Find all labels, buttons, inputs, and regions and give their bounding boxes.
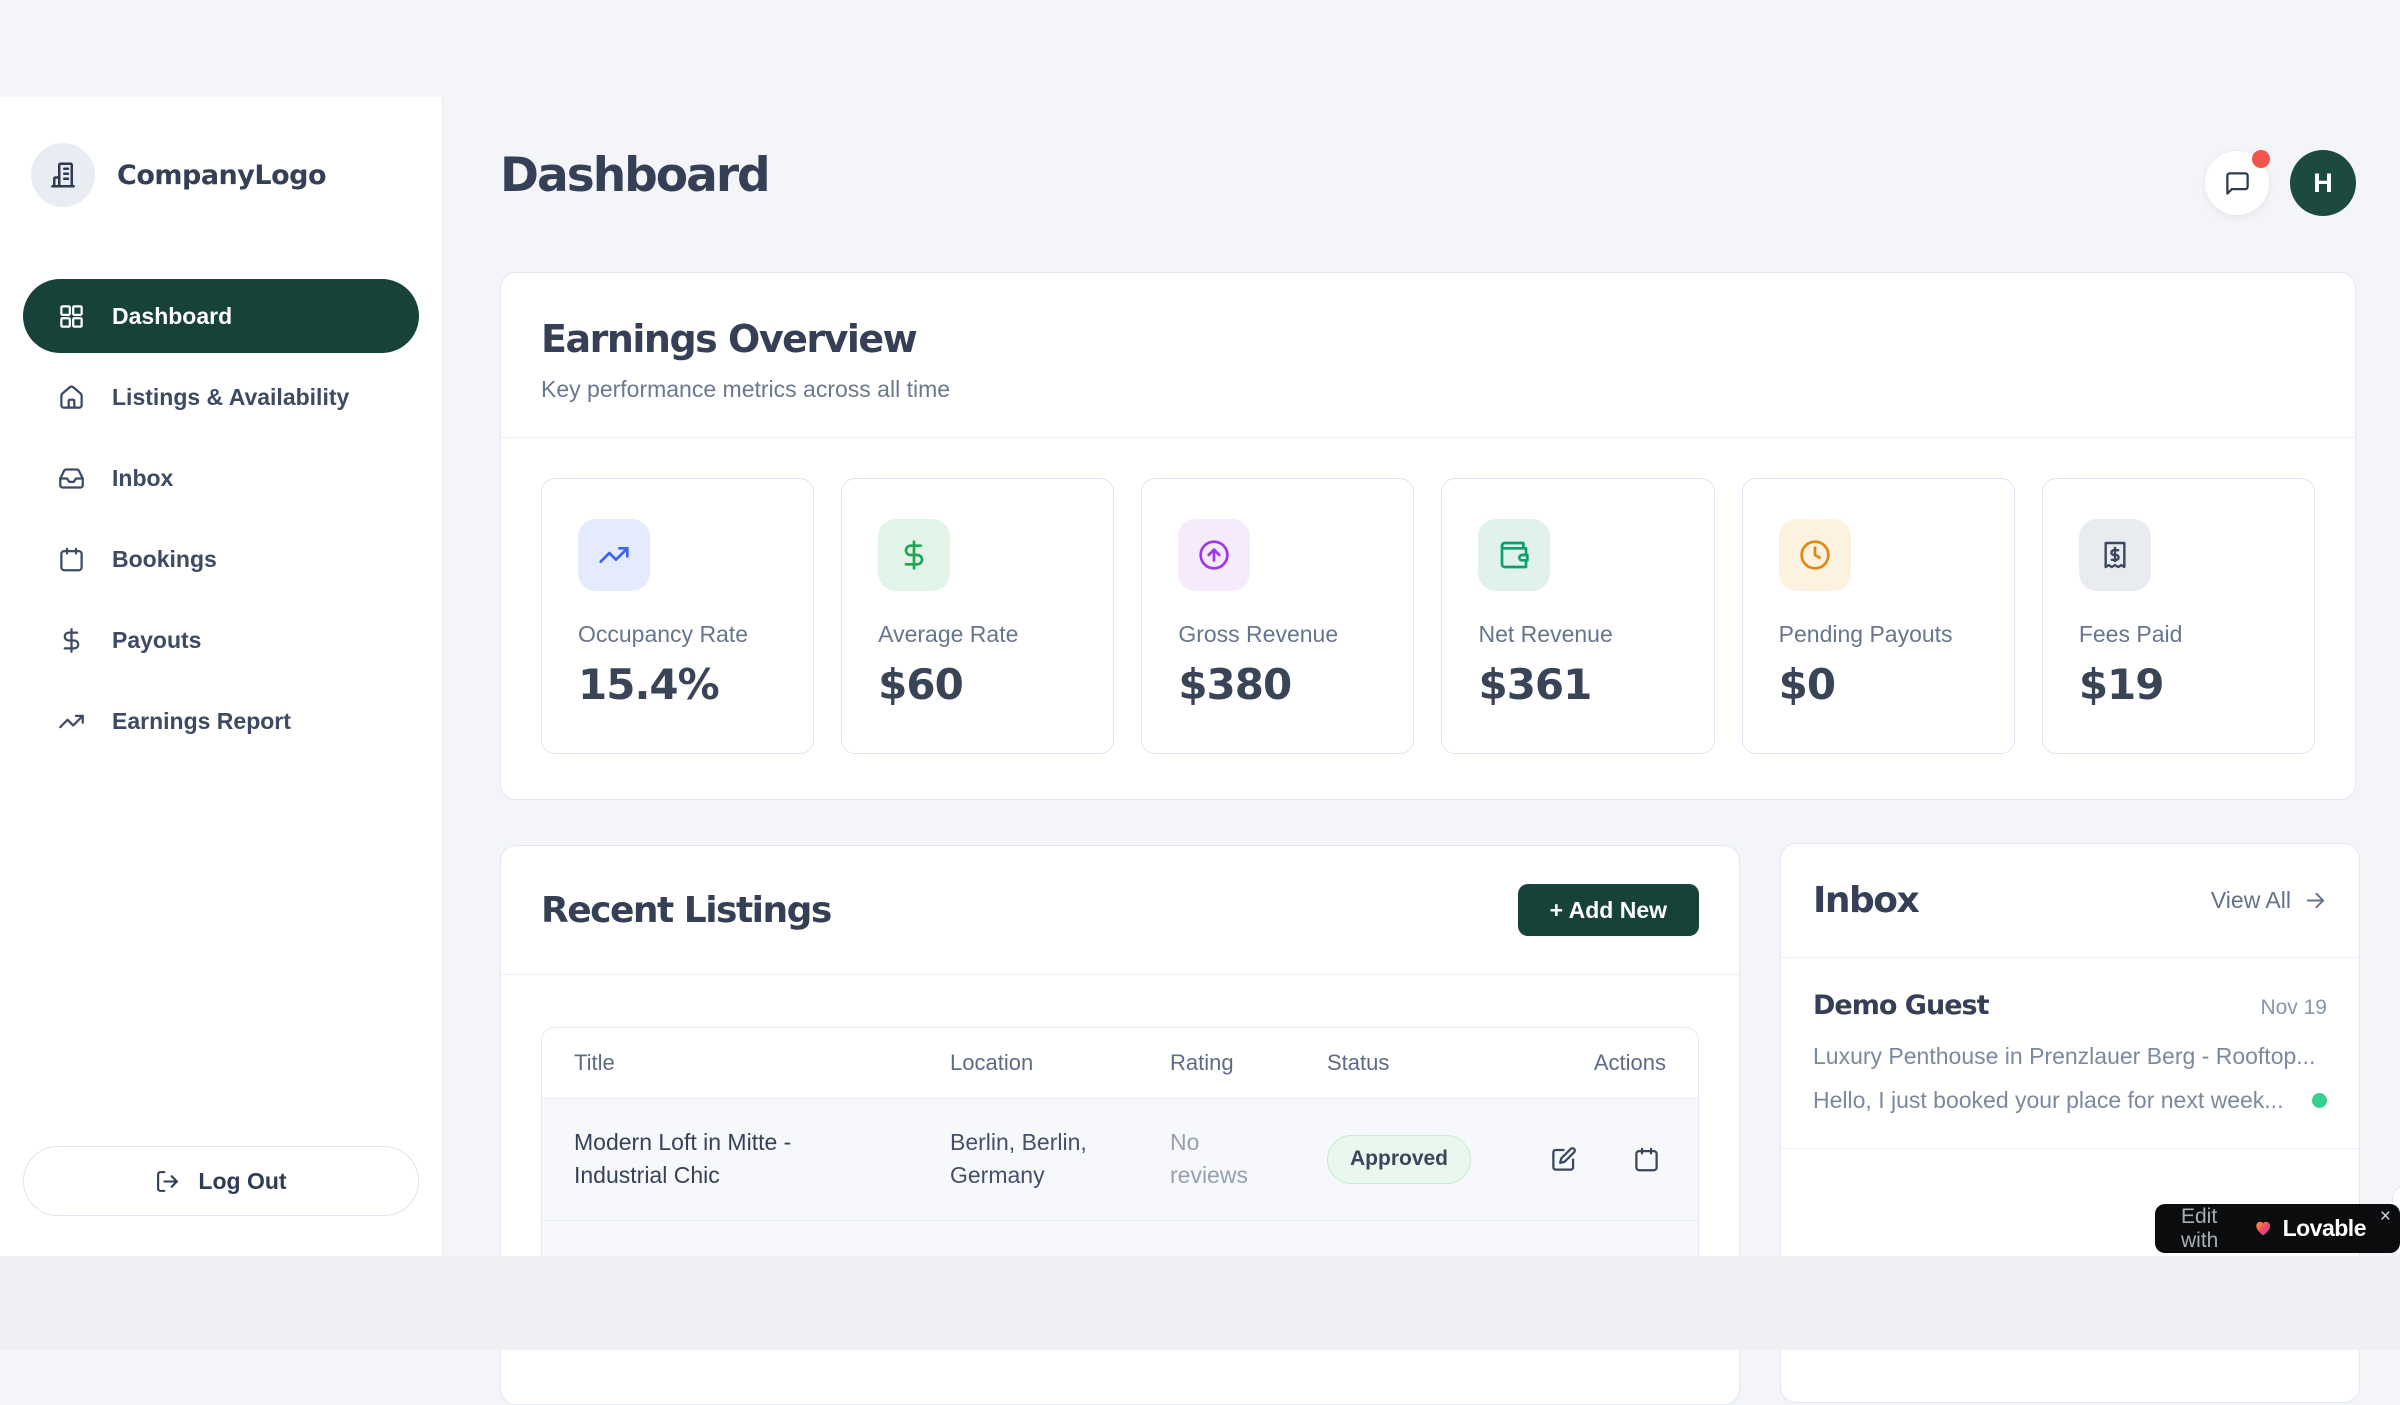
metric-value: 15.4% [578,660,777,709]
notification-dot [2252,150,2270,168]
sidebar-item-listings[interactable]: Listings & Availability [23,360,419,434]
metric-label: Gross Revenue [1178,621,1377,648]
metric-pending-payouts: Pending Payouts $0 [1742,478,2015,754]
metric-value: $361 [1478,660,1677,709]
logo-text: CompanyLogo [117,160,326,191]
unread-dot [2312,1093,2327,1108]
home-icon [58,384,85,411]
sidebar-item-label: Payouts [112,627,201,654]
trending-up-icon [58,708,85,735]
sidebar-item-earnings-report[interactable]: Earnings Report [23,684,419,758]
inbox-title: Inbox [1813,880,1918,921]
metric-label: Pending Payouts [1779,621,1978,648]
metric-value: $19 [2079,660,2278,709]
lovable-brand: Lovable [2283,1215,2366,1242]
lovable-badge[interactable]: Edit with Lovable × [2155,1204,2400,1253]
receipt-icon [2079,519,2151,591]
add-new-button[interactable]: + Add New [1518,884,1699,936]
sidebar-item-bookings[interactable]: Bookings [23,522,419,596]
col-location: Location [950,1050,1170,1076]
message-preview: Hello, I just booked your place for next… [1813,1087,2283,1114]
arrow-up-circle-icon [1178,519,1250,591]
col-actions: Actions [1542,1050,1666,1076]
sidebar-item-label: Bookings [112,546,217,573]
calendar-icon[interactable] [1633,1146,1660,1173]
metric-gross-revenue: Gross Revenue $380 [1141,478,1414,754]
clock-icon [1779,519,1851,591]
grid-icon [58,303,85,330]
metrics-row: Occupancy Rate 15.4% Average Rate $60 Gr… [501,438,2355,794]
table-header-row: Title Location Rating Status Actions [542,1028,1698,1098]
metric-fees-paid: Fees Paid $19 [2042,478,2315,754]
earnings-overview-card: Earnings Overview Key performance metric… [500,272,2356,800]
listing-title: Modern Loft in Mitte - Industrial Chic [574,1126,874,1193]
logout-button[interactable]: Log Out [23,1146,419,1216]
message-subject: Luxury Penthouse in Prenzlauer Berg - Ro… [1813,1043,2327,1070]
listings-table: Title Location Rating Status Actions Mod… [541,1027,1699,1281]
earnings-subtitle: Key performance metrics across all time [541,376,2315,403]
listing-rating: No reviews [1170,1126,1265,1193]
calendar-icon [58,546,85,573]
metric-label: Fees Paid [2079,621,2278,648]
recent-listings-title: Recent Listings [541,890,831,931]
logout-label: Log Out [198,1168,286,1195]
close-icon[interactable]: × [2380,1207,2391,1226]
metric-label: Occupancy Rate [578,621,777,648]
col-title: Title [574,1050,950,1076]
inbox-icon [58,465,85,492]
metric-occupancy-rate: Occupancy Rate 15.4% [541,478,814,754]
lovable-prefix: Edit with [2181,1205,2244,1253]
metric-average-rate: Average Rate $60 [841,478,1114,754]
chat-icon [2224,170,2251,197]
logo: CompanyLogo [31,143,419,207]
table-row: Modern Loft in Mitte - Industrial Chic B… [542,1098,1698,1220]
listing-location: Berlin, Berlin, Germany [950,1126,1140,1193]
page-title: Dashboard [500,148,769,203]
dollar-icon [58,627,85,654]
sidebar-item-label: Listings & Availability [112,384,349,411]
dollar-icon [878,519,950,591]
status-badge: Approved [1327,1135,1471,1183]
earnings-title: Earnings Overview [541,317,2315,361]
metric-value: $0 [1779,660,1978,709]
sidebar-item-label: Inbox [112,465,173,492]
metric-value: $380 [1178,660,1377,709]
heart-icon [2254,1217,2272,1240]
message-date: Nov 19 [2260,996,2327,1020]
sidebar-item-dashboard[interactable]: Dashboard [23,279,419,353]
logout-icon [155,1169,180,1194]
wallet-icon [1478,519,1550,591]
avatar[interactable]: H [2290,150,2356,216]
sidebar-item-label: Earnings Report [112,708,291,735]
metric-label: Net Revenue [1478,621,1677,648]
arrow-right-icon [2304,889,2327,912]
metric-value: $60 [878,660,1077,709]
metric-net-revenue: Net Revenue $361 [1441,478,1714,754]
sidebar-item-label: Dashboard [112,303,232,330]
sidebar-nav: Dashboard Listings & Availability Inbox … [23,279,419,758]
sidebar: CompanyLogo Dashboard Listings & Availab… [0,97,443,1256]
chat-button[interactable] [2205,151,2269,215]
trending-up-icon [578,519,650,591]
sidebar-item-inbox[interactable]: Inbox [23,441,419,515]
company-logo-icon [31,143,95,207]
col-status: Status [1327,1050,1542,1076]
inbox-message[interactable]: Demo Guest Nov 19 Luxury Penthouse in Pr… [1781,958,2359,1149]
col-rating: Rating [1170,1050,1327,1076]
bottom-strip [0,1256,2400,1350]
metric-label: Average Rate [878,621,1077,648]
sidebar-item-payouts[interactable]: Payouts [23,603,419,677]
view-all-link[interactable]: View All [2211,887,2327,914]
edit-icon[interactable] [1550,1146,1577,1173]
message-sender: Demo Guest [1813,990,1988,1021]
